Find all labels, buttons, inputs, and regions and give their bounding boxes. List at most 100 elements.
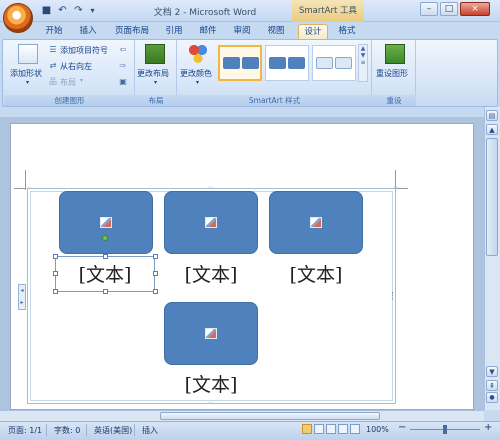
text-pane-toggle[interactable]: ◂ ▸ bbox=[18, 284, 26, 310]
zoom-in-button[interactable]: + bbox=[484, 422, 492, 433]
frame-grip-top[interactable]: ⋯ bbox=[206, 185, 214, 191]
style-thumbnail-3[interactable] bbox=[312, 45, 356, 81]
text-pane-icon[interactable]: ▣ bbox=[118, 77, 128, 87]
thumbnail-shape bbox=[335, 57, 352, 69]
scroll-down-button[interactable]: ▼ bbox=[486, 366, 498, 377]
picture-placeholder-icon[interactable] bbox=[310, 217, 322, 228]
tab-format[interactable]: 格式 bbox=[334, 24, 360, 39]
close-button[interactable]: × bbox=[460, 2, 490, 16]
divider bbox=[134, 424, 135, 436]
language-indicator[interactable]: 英语(美国) bbox=[94, 425, 132, 436]
draft-view-button[interactable] bbox=[350, 424, 360, 434]
smartart-shape-3[interactable] bbox=[269, 191, 363, 254]
scroll-up-button[interactable]: ▲ bbox=[486, 124, 498, 135]
layout-button: 布局 bbox=[60, 78, 76, 87]
style-gallery-scroll[interactable]: ▲ ▼ ≡ bbox=[358, 44, 368, 82]
reset-graphic-icon[interactable] bbox=[385, 44, 405, 64]
outline-view-button[interactable] bbox=[338, 424, 348, 434]
rotation-handle[interactable] bbox=[102, 235, 108, 241]
web-layout-view-button[interactable] bbox=[326, 424, 336, 434]
style-thumbnail-2[interactable] bbox=[265, 45, 309, 81]
thumbnail-shape bbox=[242, 57, 259, 69]
thumbnail-shape bbox=[223, 57, 240, 69]
frame-grip-corner[interactable]: ⋯ bbox=[392, 185, 400, 191]
frame-grip-bottom[interactable]: ⋯ bbox=[206, 400, 214, 406]
change-layout-button[interactable]: 更改布局 bbox=[137, 68, 169, 79]
tab-home[interactable]: 开始 bbox=[42, 24, 66, 39]
reset-graphic-button[interactable]: 重设图形 bbox=[376, 68, 408, 79]
add-shape-dropdown-icon[interactable]: ▾ bbox=[26, 79, 29, 86]
group-label-smartart-styles: SmartArt 样式 bbox=[177, 95, 372, 106]
tab-review[interactable]: 审阅 bbox=[230, 24, 254, 39]
thumbnail-shape bbox=[316, 57, 333, 69]
picture-placeholder-icon[interactable] bbox=[205, 217, 217, 228]
add-shape-icon[interactable] bbox=[18, 44, 38, 64]
save-icon[interactable]: ■ bbox=[40, 4, 53, 17]
picture-placeholder-icon[interactable] bbox=[100, 217, 112, 228]
minimize-button[interactable]: – bbox=[420, 2, 438, 16]
change-colors-button[interactable]: 更改颜色 bbox=[180, 68, 212, 79]
shape-1-text[interactable]: [文本] bbox=[60, 262, 150, 288]
layout-icon: 品 bbox=[49, 77, 57, 86]
shape-3-text[interactable]: [文本] bbox=[269, 262, 363, 288]
resize-handle[interactable] bbox=[53, 271, 58, 276]
full-screen-view-button[interactable] bbox=[314, 424, 324, 434]
resize-handle[interactable] bbox=[53, 254, 58, 259]
picture-placeholder-icon[interactable] bbox=[205, 328, 217, 339]
insert-mode-indicator[interactable]: 插入 bbox=[142, 425, 158, 436]
tab-page-layout[interactable]: 页面布局 bbox=[112, 24, 152, 39]
qat-dropdown-icon[interactable]: ▾ bbox=[86, 4, 99, 17]
resize-handle[interactable] bbox=[103, 289, 108, 294]
print-layout-view-button[interactable] bbox=[302, 424, 312, 434]
horizontal-scroll-thumb[interactable] bbox=[160, 412, 380, 420]
resize-handle[interactable] bbox=[103, 254, 108, 259]
zoom-level[interactable]: 100% bbox=[366, 425, 389, 434]
add-shape-button[interactable]: 添加形状 bbox=[10, 68, 42, 79]
zoom-out-button[interactable]: − bbox=[398, 422, 406, 433]
zoom-slider-knob[interactable] bbox=[443, 425, 447, 434]
resize-handle[interactable] bbox=[153, 254, 158, 259]
undo-icon[interactable]: ↶ bbox=[56, 4, 69, 17]
word-count[interactable]: 字数: 0 bbox=[54, 425, 80, 436]
layout-dropdown-icon: ▾ bbox=[80, 77, 84, 84]
maximize-button[interactable]: □ bbox=[440, 2, 458, 16]
page-count[interactable]: 页面: 1/1 bbox=[8, 425, 42, 436]
divider bbox=[46, 424, 47, 436]
browse-object-icon[interactable]: ● bbox=[486, 392, 498, 403]
style-thumbnail-1[interactable] bbox=[218, 45, 262, 81]
change-colors-icon[interactable] bbox=[188, 44, 208, 64]
change-layout-dropdown-icon[interactable]: ▾ bbox=[154, 79, 157, 86]
smartart-shape-2[interactable] bbox=[164, 191, 258, 254]
right-to-left-icon: ⇄ bbox=[49, 61, 57, 70]
smartart-shape-1[interactable] bbox=[59, 191, 153, 254]
add-bullet-button[interactable]: 添加项目符号 bbox=[60, 45, 108, 56]
group-label-reset: 重设 bbox=[372, 95, 416, 106]
ruler-area bbox=[0, 107, 500, 117]
tab-design[interactable]: 设计 bbox=[298, 24, 328, 39]
shape-4-text[interactable]: [文本] bbox=[164, 372, 258, 398]
ruler-toggle-icon[interactable]: ▤ bbox=[486, 110, 498, 121]
tab-mailings[interactable]: 邮件 bbox=[196, 24, 220, 39]
scroll-thumb[interactable] bbox=[486, 138, 498, 256]
previous-page-icon[interactable]: ⇞ bbox=[486, 380, 498, 391]
redo-icon[interactable]: ↷ bbox=[72, 4, 85, 17]
right-to-left-button[interactable]: 从右向左 bbox=[60, 61, 92, 72]
resize-handle[interactable] bbox=[53, 289, 58, 294]
resize-handle[interactable] bbox=[153, 271, 158, 276]
frame-grip-right[interactable] bbox=[392, 292, 395, 300]
tab-insert[interactable]: 插入 bbox=[76, 24, 100, 39]
bullet-list-icon: ☰ bbox=[49, 45, 57, 54]
smartart-shape-4[interactable] bbox=[164, 302, 258, 365]
change-layout-icon[interactable] bbox=[145, 44, 165, 64]
tab-references[interactable]: 引用 bbox=[162, 24, 186, 39]
demote-icon[interactable]: ⇨ bbox=[118, 61, 128, 71]
frame-grip-corner[interactable]: ⋯ bbox=[24, 185, 32, 191]
resize-handle[interactable] bbox=[153, 289, 158, 294]
window-title: 文档 2 - Microsoft Word bbox=[153, 8, 257, 18]
tab-view[interactable]: 视图 bbox=[264, 24, 288, 39]
promote-icon[interactable]: ⇦ bbox=[118, 45, 128, 55]
thumbnail-shape bbox=[269, 57, 286, 69]
shape-2-text[interactable]: [文本] bbox=[164, 262, 258, 288]
change-colors-dropdown-icon[interactable]: ▾ bbox=[196, 79, 199, 86]
office-button[interactable] bbox=[3, 3, 33, 33]
